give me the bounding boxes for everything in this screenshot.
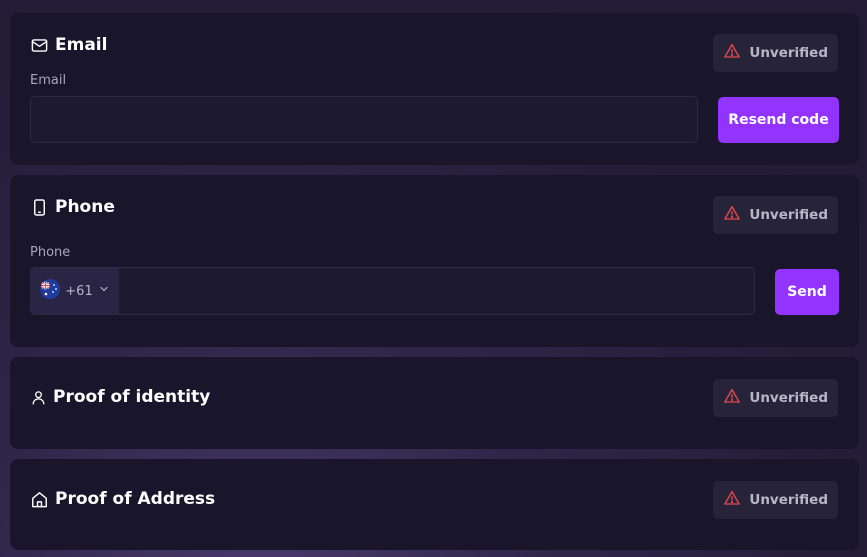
warning-icon [723, 489, 741, 511]
address-title-text: Proof of Address [55, 489, 216, 509]
phone-card: Phone Unverified Phone +61 Send [10, 175, 859, 347]
identity-card-title: Proof of identity [30, 387, 210, 407]
chevron-down-icon [98, 283, 110, 299]
phone-status-text: Unverified [749, 207, 828, 223]
identity-status-badge: Unverified [713, 379, 838, 417]
phone-status-badge: Unverified [713, 196, 838, 234]
country-code-text: +61 [65, 283, 93, 299]
phone-card-title: Phone [30, 197, 115, 217]
warning-icon [723, 42, 741, 64]
address-status-badge: Unverified [713, 481, 838, 519]
email-field-label: Email [30, 73, 67, 88]
warning-icon [723, 387, 741, 409]
smartphone-icon [30, 198, 49, 217]
email-field[interactable] [30, 96, 698, 143]
country-code-select[interactable]: +61 [31, 268, 119, 314]
australia-flag-icon [40, 279, 61, 303]
identity-title-text: Proof of identity [53, 387, 211, 407]
user-icon [30, 388, 47, 407]
phone-number-field[interactable] [119, 268, 754, 314]
address-card-title: Proof of Address [30, 489, 215, 509]
proof-of-address-card[interactable]: Proof of Address Unverified [10, 459, 859, 550]
phone-field-label: Phone [30, 245, 71, 260]
identity-status-text: Unverified [749, 390, 828, 406]
email-card: Email Unverified Email Resend code [10, 13, 859, 165]
email-status-text: Unverified [749, 45, 828, 61]
resend-code-button[interactable]: Resend code [718, 97, 839, 143]
phone-title-text: Phone [55, 197, 115, 217]
home-icon [30, 490, 49, 509]
warning-icon [723, 204, 741, 226]
address-status-text: Unverified [749, 492, 828, 508]
email-title-text: Email [55, 35, 108, 55]
phone-input-group: +61 [30, 267, 755, 315]
proof-of-identity-card[interactable]: Proof of identity Unverified [10, 357, 859, 449]
email-card-title: Email [30, 35, 107, 55]
mail-icon [30, 36, 49, 55]
send-button[interactable]: Send [775, 269, 839, 315]
email-status-badge: Unverified [713, 34, 838, 72]
